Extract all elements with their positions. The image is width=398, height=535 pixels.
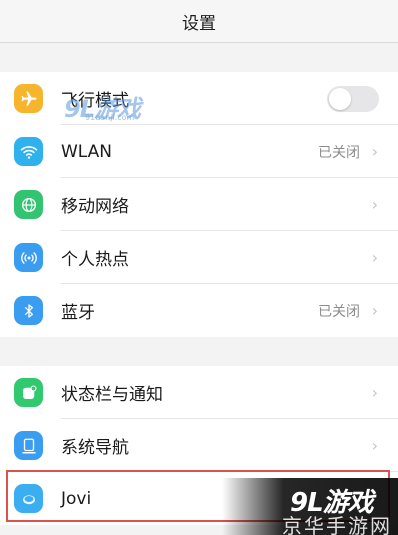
chevron-right-icon: › xyxy=(371,383,378,402)
settings-row-system-navigation[interactable]: 系统导航 › xyxy=(0,419,398,472)
settings-row-personal-hotspot[interactable]: 个人热点 › xyxy=(0,231,398,284)
airplane-icon xyxy=(14,84,43,113)
globe-icon xyxy=(14,190,43,219)
settings-row-wlan[interactable]: WLAN 已关闭 › xyxy=(0,125,398,178)
navigation-icon xyxy=(14,431,43,460)
airplane-mode-toggle[interactable] xyxy=(327,85,379,112)
settings-row-label: 系统导航 xyxy=(61,438,129,458)
bluetooth-icon xyxy=(14,296,43,325)
page-title: 设置 xyxy=(0,0,398,43)
settings-row-label: 移动网络 xyxy=(61,197,129,217)
chevron-right-icon: › xyxy=(371,142,378,161)
settings-row-airplane-mode[interactable]: 飞行模式 xyxy=(0,72,398,125)
chevron-right-icon: › xyxy=(371,195,378,214)
wlan-status: 已关闭 xyxy=(318,144,360,161)
watermark-site-bottom: 京华手游网 xyxy=(282,514,392,535)
wifi-icon xyxy=(14,137,43,166)
settings-row-label: 状态栏与通知 xyxy=(61,385,163,405)
settings-screen: 设置 飞行模式 WLAN 已关闭 › 移动网络 › 个人热点 › 蓝牙 已关闭 … xyxy=(0,0,398,535)
chevron-right-icon: › xyxy=(371,248,378,267)
settings-row-bluetooth[interactable]: 蓝牙 已关闭 › xyxy=(0,284,398,337)
settings-row-label: WLAN xyxy=(61,141,113,162)
chevron-right-icon: › xyxy=(371,301,378,320)
settings-row-label: 蓝牙 xyxy=(61,303,95,323)
settings-row-label: 个人热点 xyxy=(61,250,129,270)
bluetooth-status: 已关闭 xyxy=(318,303,360,320)
connectivity-group: 飞行模式 WLAN 已关闭 › 移动网络 › 个人热点 › 蓝牙 已关闭 › xyxy=(0,72,398,337)
notification-icon xyxy=(14,378,43,407)
chevron-right-icon: › xyxy=(371,436,378,455)
hotspot-icon xyxy=(14,243,43,272)
watermark-url-top: 91danji.com xyxy=(85,113,135,122)
settings-row-mobile-network[interactable]: 移动网络 › xyxy=(0,178,398,231)
settings-row-status-bar-notifications[interactable]: 状态栏与通知 › xyxy=(0,366,398,419)
toggle-knob xyxy=(329,87,351,110)
